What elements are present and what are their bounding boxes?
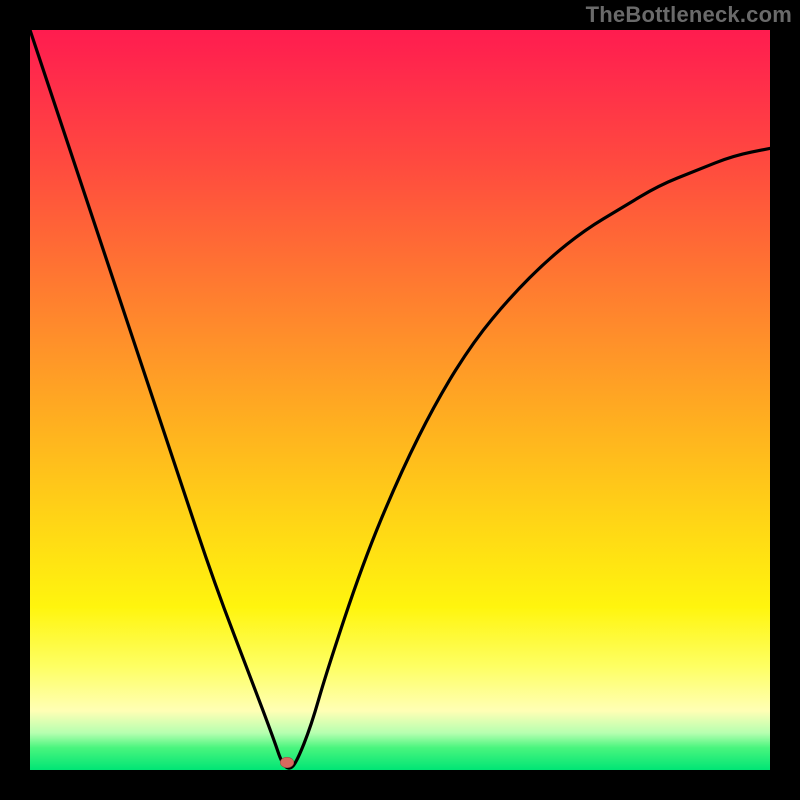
minimum-marker xyxy=(280,757,294,768)
watermark-text: TheBottleneck.com xyxy=(586,2,792,28)
plot-area xyxy=(30,30,770,770)
bottleneck-curve xyxy=(30,30,770,770)
chart-frame: TheBottleneck.com xyxy=(0,0,800,800)
curve-path xyxy=(30,30,770,768)
